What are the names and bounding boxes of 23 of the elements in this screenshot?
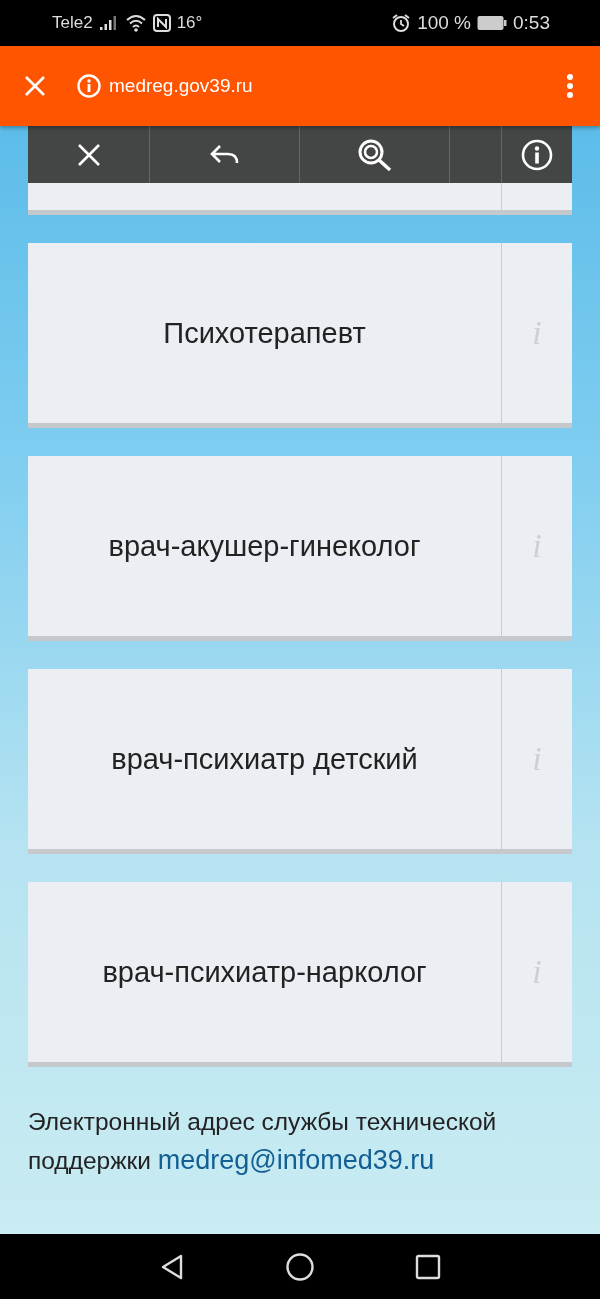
search-icon[interactable] <box>356 137 393 172</box>
signal-icon <box>98 15 119 31</box>
nfc-icon <box>152 14 171 32</box>
specialty-name: врач-психиатр детский <box>111 742 418 776</box>
email-link[interactable]: medreg@infomed39.ru <box>157 1145 435 1175</box>
wifi-icon <box>124 14 147 32</box>
battery-percent: 100 % <box>417 12 471 34</box>
info-icon[interactable] <box>521 138 553 171</box>
support-text: Электронный адрес службы технической поддержки medreg@infomed39.ru <box>28 1107 498 1177</box>
specialty-name: Психотерапевт <box>163 316 366 350</box>
back-icon[interactable] <box>159 1252 185 1281</box>
specialty-name: врач-акушер-гинеколог <box>108 529 421 563</box>
temperature: 16° <box>176 13 203 33</box>
alarm-icon <box>391 13 412 33</box>
carrier-name: Tele2 <box>52 13 93 33</box>
url-text[interactable]: medreg.gov39.ru <box>109 75 566 97</box>
home-icon[interactable] <box>285 1251 315 1282</box>
specialty-name: врач-психиатр-нарколог <box>102 955 427 989</box>
recents-icon[interactable] <box>415 1253 441 1280</box>
close-icon[interactable] <box>75 141 102 168</box>
battery-icon <box>477 15 507 31</box>
menu-icon[interactable] <box>566 73 574 99</box>
clock: 0:53 <box>513 12 550 34</box>
